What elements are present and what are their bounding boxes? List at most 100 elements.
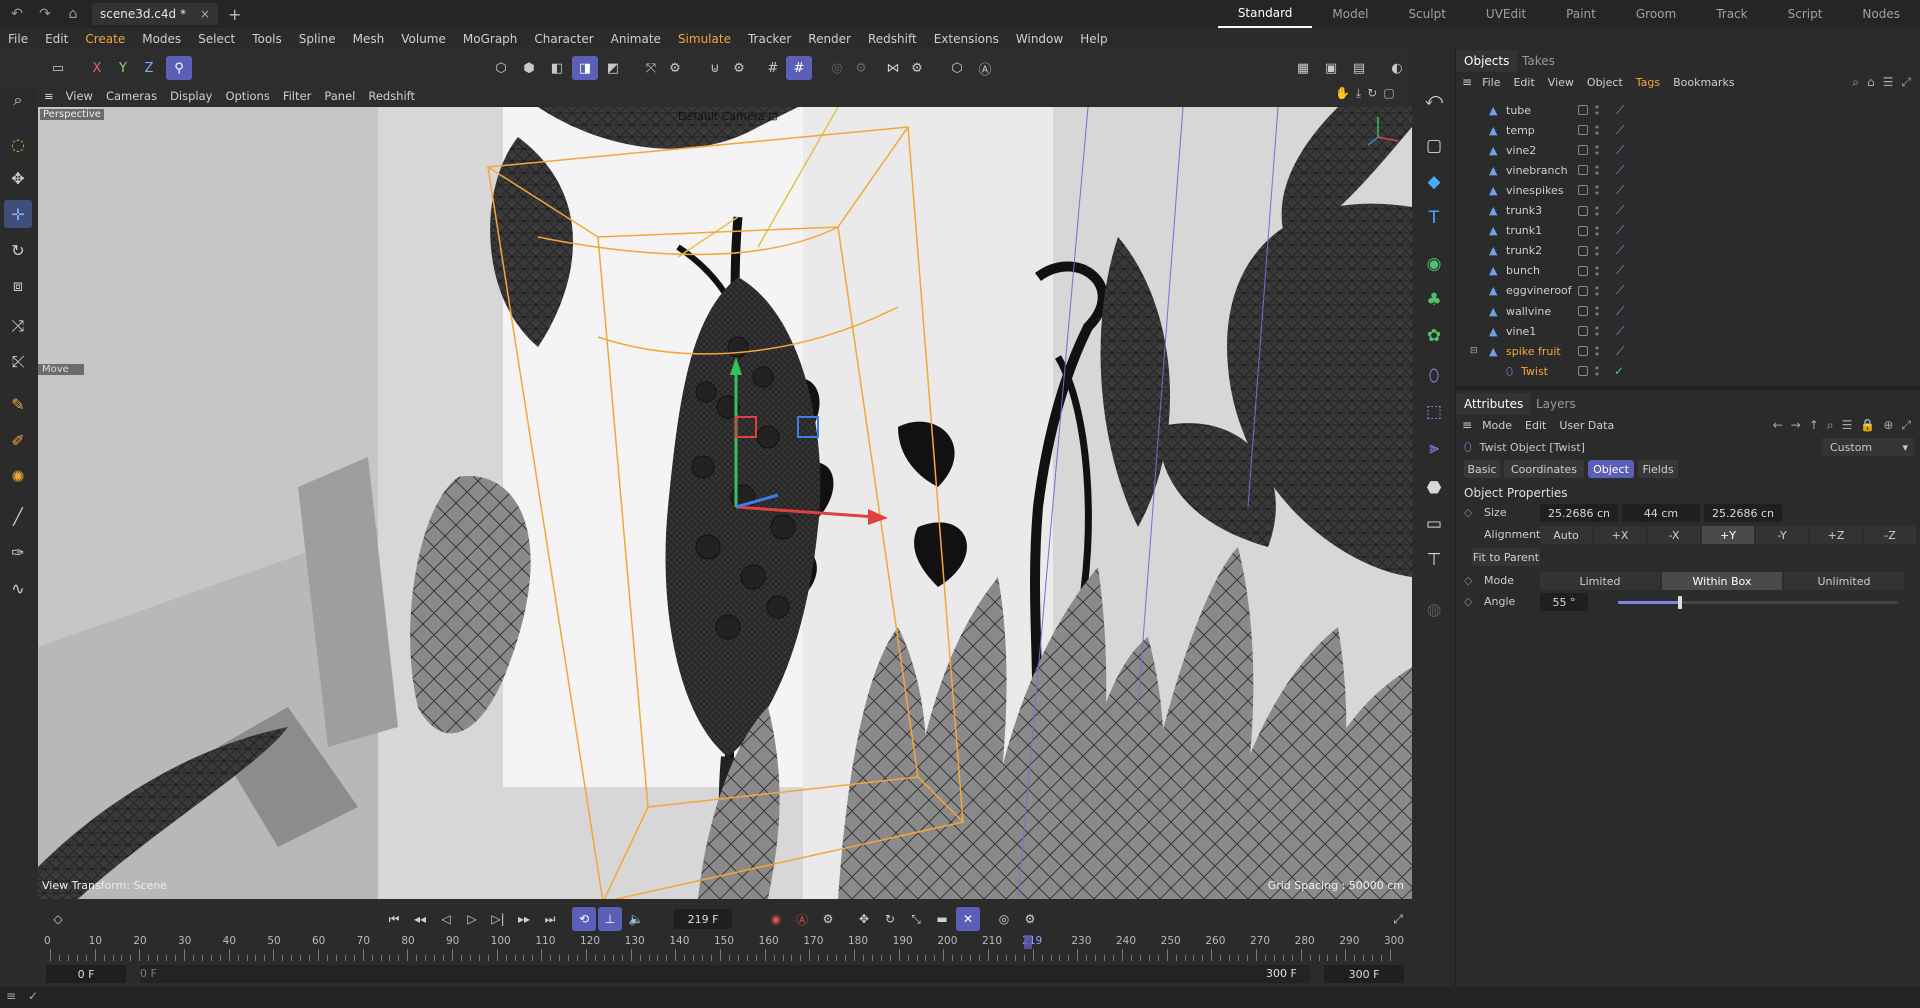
menu-tools[interactable]: Tools xyxy=(252,32,282,46)
box-icon[interactable]: ◧ xyxy=(544,56,570,80)
back-icon[interactable]: ← xyxy=(1773,418,1783,433)
sketch-icon[interactable]: ◍ xyxy=(1420,596,1448,624)
mode-option-limited[interactable]: Limited xyxy=(1540,572,1660,590)
render-visibility-dots[interactable] xyxy=(1595,124,1599,136)
current-frame-field[interactable]: 219 F xyxy=(674,909,732,929)
menu-create[interactable]: Create xyxy=(85,32,125,46)
alignment-option-auto[interactable]: Auto xyxy=(1540,526,1592,544)
status-menu-icon[interactable]: ≡ xyxy=(6,989,16,1003)
object-row[interactable]: ▲ temp ⟋ xyxy=(1456,120,1920,140)
visibility-checkbox[interactable] xyxy=(1578,326,1588,337)
record-icon[interactable]: ◉ xyxy=(764,907,788,931)
sound-icon[interactable]: 🔈 xyxy=(624,907,648,931)
generator-icon[interactable]: ◉ xyxy=(1420,250,1448,278)
visibility-checkbox[interactable] xyxy=(1578,306,1588,316)
close-tab-icon[interactable]: × xyxy=(200,7,210,21)
render-visibility-dots[interactable] xyxy=(1595,325,1599,337)
expand-toggle-icon[interactable]: ⊟ xyxy=(1470,346,1478,356)
phong-tag-icon[interactable]: ⟋ xyxy=(1616,103,1624,118)
alignment-option--Y[interactable]: -Y xyxy=(1756,526,1808,544)
render-visibility-dots[interactable] xyxy=(1595,285,1599,297)
viewport-menu-redshift[interactable]: Redshift xyxy=(368,89,415,103)
prev-frame-icon[interactable]: ◁ xyxy=(434,907,458,931)
preset-dropdown[interactable]: Custom ▾ xyxy=(1822,438,1914,456)
key-settings-icon[interactable]: ⚙ xyxy=(816,907,840,931)
menu-character[interactable]: Character xyxy=(534,32,593,46)
new-tab-button[interactable]: + xyxy=(228,5,241,24)
objects-menu-edit[interactable]: Edit xyxy=(1513,76,1534,89)
render-visibility-dots[interactable] xyxy=(1595,265,1599,277)
object-row[interactable]: ▲ vine2 ⟋ xyxy=(1456,140,1920,160)
orbit-icon[interactable]: ↻ xyxy=(1367,86,1377,101)
move-tool-icon[interactable]: ✛ xyxy=(4,200,32,228)
file-tab[interactable]: scene3d.c4d * × xyxy=(92,3,219,25)
key-param-icon[interactable]: ▬ xyxy=(930,907,954,931)
redo-icon[interactable]: ↷ xyxy=(34,3,56,25)
size-z-field[interactable]: 25.2686 cn xyxy=(1704,504,1782,522)
viewport[interactable]: Perspective Default Camera ⊡ Move View T… xyxy=(38,107,1412,899)
layout-tab-groom[interactable]: Groom xyxy=(1616,0,1696,28)
fit-to-parent-button[interactable]: Fit to Parent xyxy=(1472,548,1540,566)
cloner-icon[interactable]: ♣ xyxy=(1420,286,1448,314)
visibility-checkbox[interactable] xyxy=(1578,125,1588,136)
camera-icon[interactable]: ▭ xyxy=(1420,510,1448,538)
objects-menu-file[interactable]: File xyxy=(1482,76,1500,89)
alignment-option-+Z[interactable]: +Z xyxy=(1810,526,1862,544)
next-key-icon[interactable]: ▸▸ xyxy=(512,907,536,931)
brush-icon[interactable]: ╱ xyxy=(4,502,32,530)
attributes-menu-user-data[interactable]: User Data xyxy=(1559,419,1614,432)
environment-icon[interactable]: ⬣ xyxy=(1420,474,1448,502)
phong-tag-icon[interactable]: ⟋ xyxy=(1616,324,1624,339)
undo-view-icon[interactable]: ⤺ xyxy=(1420,86,1448,114)
visibility-checkbox[interactable] xyxy=(1578,205,1588,216)
bend-icon[interactable]: ⫸ xyxy=(1420,434,1448,462)
menu-modes[interactable]: Modes xyxy=(142,32,181,46)
dolly-icon[interactable]: ⤓ xyxy=(1356,86,1361,101)
motion-record-icon[interactable]: ◎ xyxy=(992,907,1016,931)
expand-icon[interactable]: ⤢ xyxy=(1901,418,1911,433)
object-row[interactable]: ▲ eggvineroof ⟋ xyxy=(1456,281,1920,301)
size-y-field[interactable]: 44 cm xyxy=(1622,504,1700,522)
coordinate-system-icon[interactable]: ⚲ xyxy=(166,56,192,80)
select-tool-icon[interactable]: ✥ xyxy=(4,164,32,192)
object-row[interactable]: ⊟ ▲ spike fruit ⟋ xyxy=(1456,341,1920,361)
menu-help[interactable]: Help xyxy=(1080,32,1107,46)
magnet-icon[interactable]: ⊍ xyxy=(702,56,728,80)
subtab-object[interactable]: Object xyxy=(1588,460,1634,478)
effector-icon[interactable]: ✿ xyxy=(1420,322,1448,350)
live-selection-icon[interactable]: ◌ xyxy=(4,130,32,158)
render-view-icon[interactable]: ⬡ xyxy=(944,56,970,80)
cube-icon[interactable]: ◆ xyxy=(1420,168,1448,196)
key-rotation-icon[interactable]: ↻ xyxy=(878,907,902,931)
object-row[interactable]: ▲ bunch ⟋ xyxy=(1456,261,1920,281)
menu-animate[interactable]: Animate xyxy=(611,32,661,46)
preview-end-label[interactable]: 300 F xyxy=(1266,967,1297,980)
object-row[interactable]: ▲ trunk1 ⟋ xyxy=(1456,221,1920,241)
object-row[interactable]: ▲ trunk3 ⟋ xyxy=(1456,201,1920,221)
workplane-icon[interactable]: # xyxy=(786,56,812,80)
axis-tool-icon[interactable]: ⤪ xyxy=(4,348,32,376)
objects-menu-bookmarks[interactable]: Bookmarks xyxy=(1673,76,1734,89)
visibility-checkbox[interactable] xyxy=(1578,366,1588,377)
attributes-tab-layers[interactable]: Layers xyxy=(1528,393,1584,415)
visibility-checkbox[interactable] xyxy=(1578,145,1588,156)
menu-render[interactable]: Render xyxy=(808,32,851,46)
menu-edit[interactable]: Edit xyxy=(45,32,68,46)
visibility-checkbox[interactable] xyxy=(1578,265,1588,276)
objects-tab-takes[interactable]: Takes xyxy=(1514,50,1563,72)
field-icon[interactable]: ⬚ xyxy=(1420,398,1448,426)
search-icon[interactable]: ⌕ xyxy=(1827,418,1834,433)
render-region-icon[interactable]: ▦ xyxy=(1290,56,1316,80)
render-visibility-dots[interactable] xyxy=(1595,225,1599,237)
timeline-ruler[interactable]: 0 10 20 30 40 50 60 70 80 90 100 110 120 130 140 150 160… xyxy=(44,935,1410,963)
render-visibility-dots[interactable] xyxy=(1595,184,1599,196)
render-visibility-dots[interactable] xyxy=(1595,144,1599,156)
spline-pen-icon[interactable]: ✎ xyxy=(4,390,32,418)
objects-hamburger-icon[interactable]: ≡ xyxy=(1462,75,1472,89)
text-icon[interactable]: T xyxy=(1420,204,1448,232)
phong-tag-icon[interactable]: ⟋ xyxy=(1616,304,1624,319)
home-icon[interactable]: ⌂ xyxy=(62,3,84,25)
magnet-settings-icon[interactable]: ⚙ xyxy=(726,56,752,80)
viewport-menu-filter[interactable]: Filter xyxy=(283,89,311,103)
y-axis-toggle[interactable]: Y xyxy=(110,56,136,80)
